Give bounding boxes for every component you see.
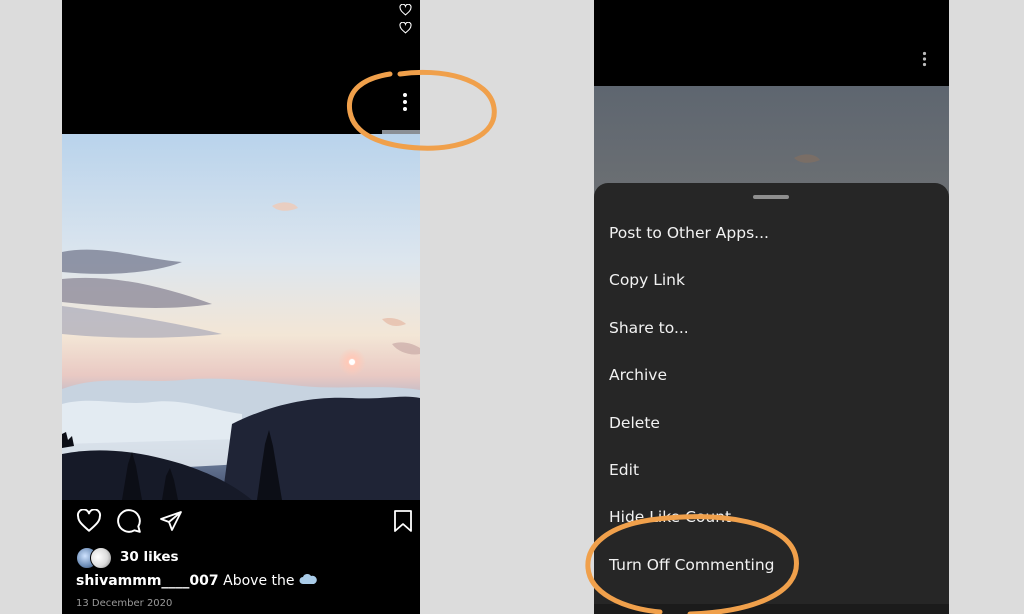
post-date: 13 December 2020 — [76, 598, 173, 609]
more-options-button[interactable] — [916, 50, 932, 72]
menu-item-post-to-other-apps[interactable]: Post to Other Apps... — [609, 218, 929, 248]
menu-item-hide-like-count[interactable]: Hide Like Count — [609, 502, 929, 532]
menu-item-share-to[interactable]: Share to... — [609, 313, 929, 343]
notification-hearts — [399, 4, 412, 34]
post-photo[interactable] — [62, 134, 420, 500]
menu-item-edit[interactable]: Edit — [609, 455, 929, 485]
post-caption: shivammm____007 Above the — [76, 573, 317, 589]
caption-text: Above the — [223, 573, 295, 589]
avatar — [90, 547, 112, 569]
heart-icon — [76, 508, 102, 537]
more-vertical-icon — [922, 51, 927, 71]
menu-item-turn-off-commenting[interactable]: Turn Off Commenting — [609, 550, 929, 580]
post-action-bar — [62, 508, 420, 538]
menu-item-delete[interactable]: Delete — [609, 408, 929, 438]
liker-avatars — [76, 547, 112, 569]
bookmark-icon — [393, 509, 413, 537]
post-options-screen: Post to Other Apps... Copy Link Share to… — [594, 0, 949, 614]
comment-icon — [116, 508, 142, 538]
post-screen: 30 likes shivammm____007 Above the 13 De… — [62, 0, 420, 614]
send-icon — [159, 509, 183, 537]
menu-item-copy-link[interactable]: Copy Link — [609, 265, 929, 295]
likes-row[interactable]: 30 likes — [76, 547, 179, 569]
save-button[interactable] — [388, 508, 418, 538]
sheet-drag-handle[interactable] — [753, 195, 789, 199]
likes-count[interactable]: 30 likes — [120, 549, 179, 565]
menu-item-archive[interactable]: Archive — [609, 360, 929, 390]
more-vertical-icon — [402, 92, 408, 116]
comment-button[interactable] — [114, 508, 144, 538]
options-bottom-sheet: Post to Other Apps... Copy Link Share to… — [594, 183, 949, 614]
cloud-icon — [299, 573, 317, 589]
like-button[interactable] — [74, 508, 104, 538]
heart-outline-icon[interactable] — [399, 4, 412, 16]
caption-username[interactable]: shivammm____007 — [76, 573, 219, 589]
share-button[interactable] — [156, 508, 186, 538]
sheet-bottom-bar — [594, 604, 949, 614]
more-options-button[interactable] — [397, 92, 413, 116]
heart-outline-icon[interactable] — [399, 22, 412, 34]
